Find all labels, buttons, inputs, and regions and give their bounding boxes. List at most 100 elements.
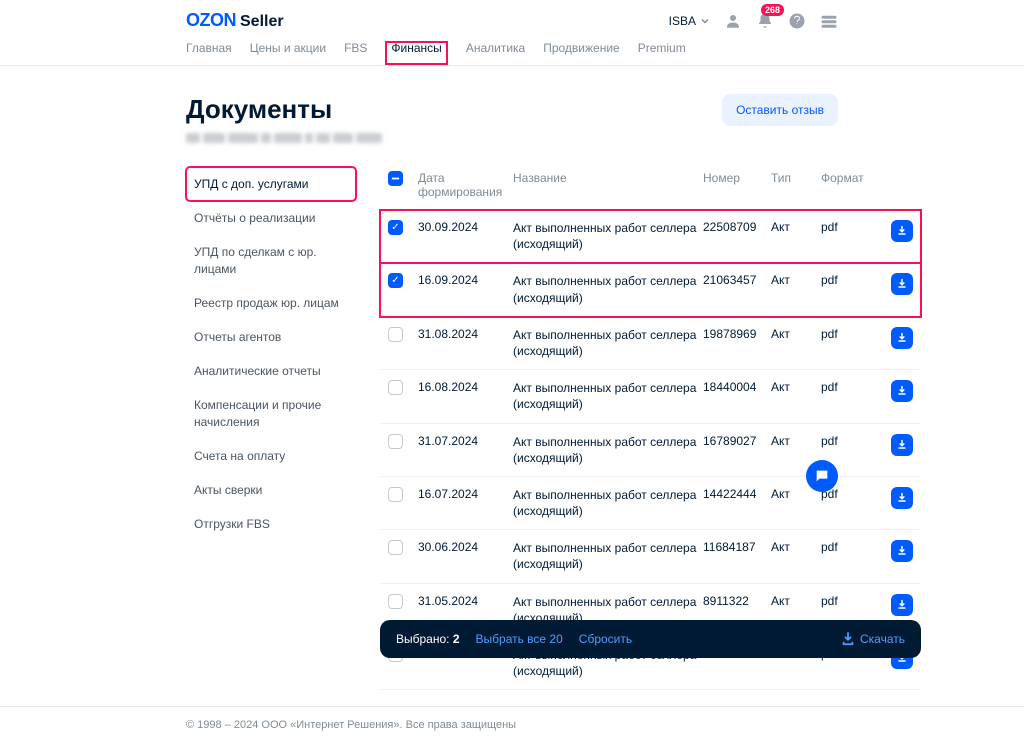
tab-3[interactable]: Финансы	[385, 41, 447, 65]
row-format: pdf	[821, 594, 873, 608]
row-number: 11684187	[703, 540, 771, 554]
sidebar-item-5[interactable]: Аналитические отчеты	[186, 354, 356, 388]
page-subtitle-redacted	[186, 133, 382, 143]
logo-brand: OZON	[186, 10, 236, 31]
download-row-button[interactable]	[891, 487, 913, 509]
chevron-down-icon	[700, 16, 710, 26]
download-icon	[896, 439, 908, 451]
row-number: 19878969	[703, 327, 771, 341]
download-icon	[841, 632, 855, 646]
sidebar-item-9[interactable]: Отгрузки FBS	[186, 507, 356, 541]
row-type: Акт	[771, 434, 821, 448]
download-row-button[interactable]	[891, 273, 913, 295]
row-number: 18440004	[703, 380, 771, 394]
row-format: pdf	[821, 220, 873, 234]
row-format: pdf	[821, 380, 873, 394]
row-checkbox[interactable]	[388, 380, 403, 395]
row-title: Акт выполненных работ селлера (исходящий…	[513, 380, 703, 412]
sidebar-item-1[interactable]: Отчёты о реализации	[186, 201, 356, 235]
col-type[interactable]: Тип	[771, 171, 821, 185]
row-number: 22508709	[703, 220, 771, 234]
logo-suffix: Seller	[240, 13, 284, 31]
row-type: Акт	[771, 273, 821, 287]
sidebar-item-7[interactable]: Счета на оплату	[186, 439, 356, 473]
notification-badge: 268	[761, 4, 784, 16]
sidebar-item-6[interactable]: Компенсации и прочие начисления	[186, 388, 356, 438]
user-name: ISBA	[669, 14, 696, 28]
row-checkbox[interactable]	[388, 487, 403, 502]
help-icon[interactable]	[788, 12, 806, 30]
download-selected-button[interactable]: Скачать	[841, 632, 905, 646]
col-title[interactable]: Название	[513, 171, 703, 185]
download-row-button[interactable]	[891, 594, 913, 616]
row-format: pdf	[821, 327, 873, 341]
col-format[interactable]: Формат	[821, 171, 873, 185]
row-type: Акт	[771, 220, 821, 234]
tab-1[interactable]: Цены и акции	[250, 41, 326, 65]
row-date: 16.09.2024	[418, 273, 513, 287]
row-format: pdf	[821, 434, 873, 448]
col-number[interactable]: Номер	[703, 171, 771, 185]
table-row: ✓16.09.2024Акт выполненных работ селлера…	[380, 263, 921, 316]
sidebar-item-4[interactable]: Отчеты агентов	[186, 320, 356, 354]
select-all-checkbox[interactable]	[388, 171, 403, 186]
row-checkbox[interactable]: ✓	[388, 220, 403, 235]
tab-4[interactable]: Аналитика	[466, 41, 525, 65]
apps-icon[interactable]	[820, 12, 838, 30]
row-date: 30.09.2024	[418, 220, 513, 234]
download-row-button[interactable]	[891, 220, 913, 242]
row-title: Акт выполненных работ селлера (исходящий…	[513, 327, 703, 359]
row-checkbox[interactable]	[388, 434, 403, 449]
row-number: 21063457	[703, 273, 771, 287]
row-type: Акт	[771, 380, 821, 394]
col-date[interactable]: Дата формирования	[418, 171, 513, 199]
download-icon	[896, 385, 908, 397]
sidebar-item-2[interactable]: УПД по сделкам с юр. лицами	[186, 235, 356, 285]
row-checkbox[interactable]	[388, 327, 403, 342]
row-checkbox[interactable]	[388, 594, 403, 609]
leave-review-button[interactable]: Оставить отзыв	[722, 94, 838, 126]
tab-0[interactable]: Главная	[186, 41, 232, 65]
documents-table: Дата формирования Название Номер Тип Фор…	[380, 167, 921, 690]
header: OZON Seller ISBA 268	[0, 0, 1024, 31]
download-row-button[interactable]	[891, 327, 913, 349]
row-title: Акт выполненных работ селлера (исходящий…	[513, 434, 703, 466]
notifications-icon[interactable]: 268	[756, 12, 774, 30]
sidebar-item-3[interactable]: Реестр продаж юр. лицам	[186, 286, 356, 320]
sidebar: УПД с доп. услугамиОтчёты о реализацииУП…	[186, 167, 356, 541]
chat-fab[interactable]	[806, 460, 838, 492]
profile-icon[interactable]	[724, 12, 742, 30]
download-row-button[interactable]	[891, 434, 913, 456]
user-menu[interactable]: ISBA	[669, 14, 710, 28]
row-type: Акт	[771, 327, 821, 341]
row-date: 16.07.2024	[418, 487, 513, 501]
select-all-link[interactable]: Выбрать все 20	[476, 632, 563, 646]
row-date: 31.07.2024	[418, 434, 513, 448]
page-title: Документы	[186, 94, 382, 125]
download-icon	[896, 599, 908, 611]
tab-6[interactable]: Premium	[638, 41, 686, 65]
download-row-button[interactable]	[891, 540, 913, 562]
row-number: 16789027	[703, 434, 771, 448]
sidebar-item-8[interactable]: Акты сверки	[186, 473, 356, 507]
tab-5[interactable]: Продвижение	[543, 41, 620, 65]
row-checkbox[interactable]	[388, 540, 403, 555]
main-nav: Главная Цены и акции FBS Финансы Аналитика Пр…	[0, 31, 1024, 66]
row-date: 31.08.2024	[418, 327, 513, 341]
selected-label: Выбрано:	[396, 632, 449, 646]
reset-selection-link[interactable]: Сбросить	[579, 632, 632, 646]
logo[interactable]: OZON Seller	[186, 10, 284, 31]
download-icon	[896, 545, 908, 557]
row-checkbox[interactable]: ✓	[388, 273, 403, 288]
tab-2[interactable]: FBS	[344, 41, 367, 65]
row-type: Акт	[771, 594, 821, 608]
table-row: 31.07.2024Акт выполненных работ селлера …	[380, 424, 921, 477]
download-row-button[interactable]	[891, 380, 913, 402]
sidebar-item-0[interactable]: УПД с доп. услугами	[186, 167, 356, 201]
footer: © 1998 – 2024 ООО «Интернет Решения». Вс…	[0, 706, 1024, 743]
download-icon	[896, 225, 908, 237]
table-row: 16.08.2024Акт выполненных работ селлера …	[380, 370, 921, 423]
row-number: 8911322	[703, 594, 771, 608]
table-row: 31.08.2024Акт выполненных работ селлера …	[380, 317, 921, 370]
row-title: Акт выполненных работ селлера (исходящий…	[513, 487, 703, 519]
